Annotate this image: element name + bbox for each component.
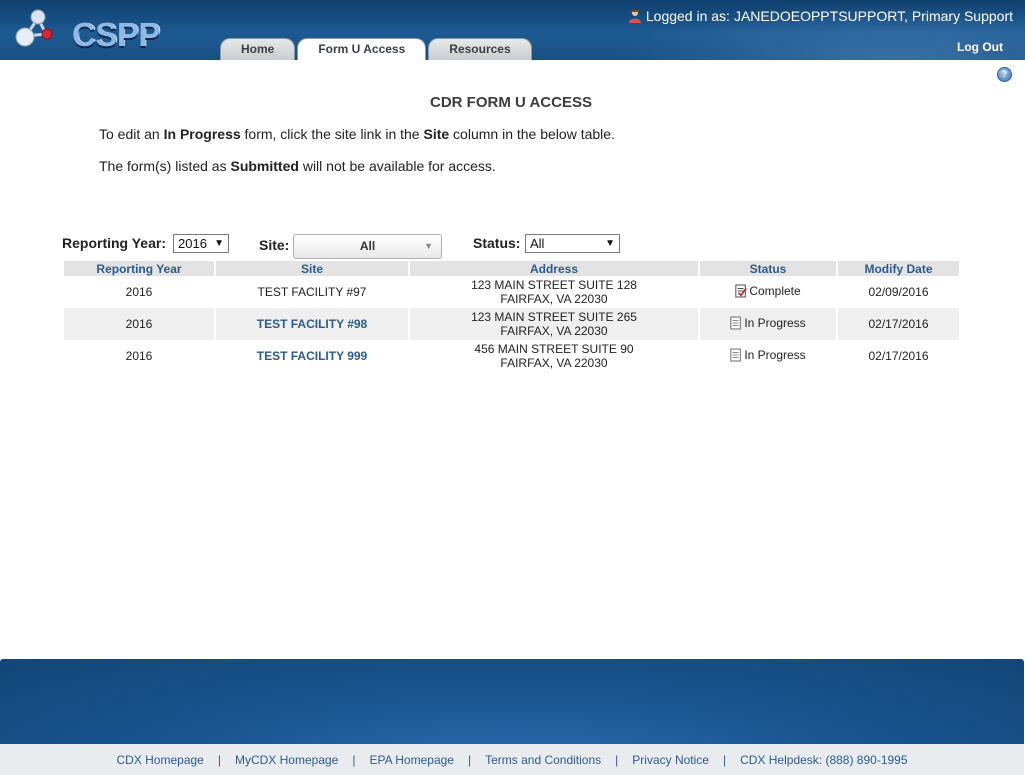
footer-link-epa-homepage[interactable]: EPA Homepage [369,753,454,767]
header-bar: CSPP Logged in as: JANEDOEOPPTSUPPORT, P… [0,0,1025,60]
status-label: Status: [473,235,521,251]
dropdown-arrow-icon: ▼ [424,241,433,251]
reporting-year-select[interactable]: 2016 ▼ [173,234,229,253]
footer-separator: | [467,752,472,767]
site-link[interactable]: TEST FACILITY #98 [257,317,367,331]
address-line-2: FAIRFAX, VA 22030 [500,356,608,370]
cell-status: In Progress [700,308,836,340]
login-user: JANEDOEOPPTSUPPORT, Primary Support [733,8,1013,24]
filter-bar: Reporting Year: 2016 ▼ Site: All ▼ Status:… [62,234,962,260]
cspp-logo: CSPP [12,6,160,53]
instruction-edit: To edit an In Progress form, click the s… [99,126,615,142]
site-link[interactable]: TEST FACILITY 999 [257,349,367,363]
instruction-text: form, click the site link in the [240,126,424,142]
instruction-emphasis: Site [423,126,450,142]
cell-site: TEST FACILITY #98 [216,308,408,340]
footer-separator: | [352,752,356,767]
address-line-2: FAIRFAX, VA 22030 [500,292,608,306]
status-value: All [530,236,545,251]
login-prefix: Logged in as: [645,8,730,24]
address-line-1: 456 MAIN STREET SUITE 90 [474,342,634,356]
cell-site: TEST FACILITY #97 [257,285,367,299]
site-label: Site: [259,237,290,253]
main-tabs: Home Form U Access Resources [220,38,534,60]
document-icon [730,316,742,329]
document-icon [730,348,742,361]
table-row: 2016 TEST FACILITY #98 123 MAIN STREET S… [64,308,959,340]
user-icon [628,10,641,23]
instruction-submitted: The form(s) listed as Submitted will not… [99,158,496,174]
tab-home[interactable]: Home [220,38,296,60]
cell-modify-date: 02/17/2016 [838,308,959,340]
column-header-reporting-year[interactable]: Reporting Year [64,261,214,276]
tab-form-u-access[interactable]: Form U Access [297,38,427,60]
cell-status: In Progress [700,340,836,372]
reporting-year-value: 2016 [178,236,207,251]
status-text: In Progress [744,347,806,362]
cell-status: Complete [700,276,836,308]
site-select[interactable]: All ▼ [293,234,442,259]
cell-year: 2016 [64,308,214,340]
footer-links: CDX Homepage | MyCDX Homepage | EPA Home… [0,744,1024,775]
help-icon[interactable]: ? [997,67,1012,82]
footer-link-terms[interactable]: Terms and Conditions [485,753,601,767]
instruction-text: To edit an [99,126,164,142]
table-row: 2016 TEST FACILITY #97 123 MAIN STREET S… [64,276,959,308]
site-value: All [359,239,376,253]
status-select[interactable]: All ▼ [525,234,620,253]
cell-year: 2016 [125,285,153,299]
tab-form-u-access-label: Form U Access [318,42,406,56]
dropdown-arrow-icon: ▼ [214,238,224,249]
address-line-1: 123 MAIN STREET SUITE 128 [471,278,637,292]
document-check-icon [735,284,748,297]
login-info: Logged in as: JANEDOEOPPTSUPPORT, Primar… [628,8,1013,24]
address-line-1: 123 MAIN STREET SUITE 265 [471,310,637,324]
cell-modify-date: 02/09/2016 [868,285,929,299]
status-text: Complete [749,283,801,298]
cell-year: 2016 [125,349,153,363]
form-u-table: Reporting Year Site Address Status Modif… [62,261,961,372]
footer-link-helpdesk[interactable]: CDX Helpdesk: (888) 890-1995 [740,753,907,767]
dropdown-arrow-icon: ▼ [605,238,615,249]
column-header-modify-date[interactable]: Modify Date [838,261,959,276]
reporting-year-label: Reporting Year: [62,235,166,251]
footer-link-cdx-homepage[interactable]: CDX Homepage [116,753,203,767]
footer-separator: | [217,752,221,767]
logout-link[interactable]: Log Out [957,40,1003,54]
footer-separator: | [615,752,619,767]
table-header-row: Reporting Year Site Address Status Modif… [64,261,959,276]
instruction-emphasis: In Progress [163,126,241,142]
column-header-status[interactable]: Status [700,261,836,276]
tab-resources[interactable]: Resources [428,38,532,60]
instruction-text: will not be available for access. [298,158,496,174]
footer-link-mycdx-homepage[interactable]: MyCDX Homepage [235,753,338,767]
cell-modify-date: 02/17/2016 [868,349,929,363]
cell-address: 456 MAIN STREET SUITE 90 FAIRFAX, VA 2203… [410,340,698,372]
logo-text: CSPP [72,16,160,53]
instruction-emphasis: Submitted [230,158,299,174]
column-header-address[interactable]: Address [410,261,698,276]
status-text: In Progress [744,315,806,330]
cell-address: 123 MAIN STREET SUITE 128 FAIRFAX, VA 220… [410,276,698,308]
table-row: 2016 TEST FACILITY 999 456 MAIN STREET S… [64,340,959,372]
molecule-logo-icon [15,9,53,47]
footer-link-privacy[interactable]: Privacy Notice [632,753,709,767]
address-line-2: FAIRFAX, VA 22030 [500,324,608,338]
footer-banner [0,659,1024,744]
column-header-site[interactable]: Site [216,261,408,276]
cell-site: TEST FACILITY 999 [216,340,408,372]
instruction-text: The form(s) listed as [99,158,231,174]
page-title: CDR FORM U ACCESS [430,94,592,111]
footer-separator: | [722,752,727,767]
instruction-text: column in the below table. [449,126,615,142]
cell-address: 123 MAIN STREET SUITE 265 FAIRFAX, VA 220… [410,308,698,340]
